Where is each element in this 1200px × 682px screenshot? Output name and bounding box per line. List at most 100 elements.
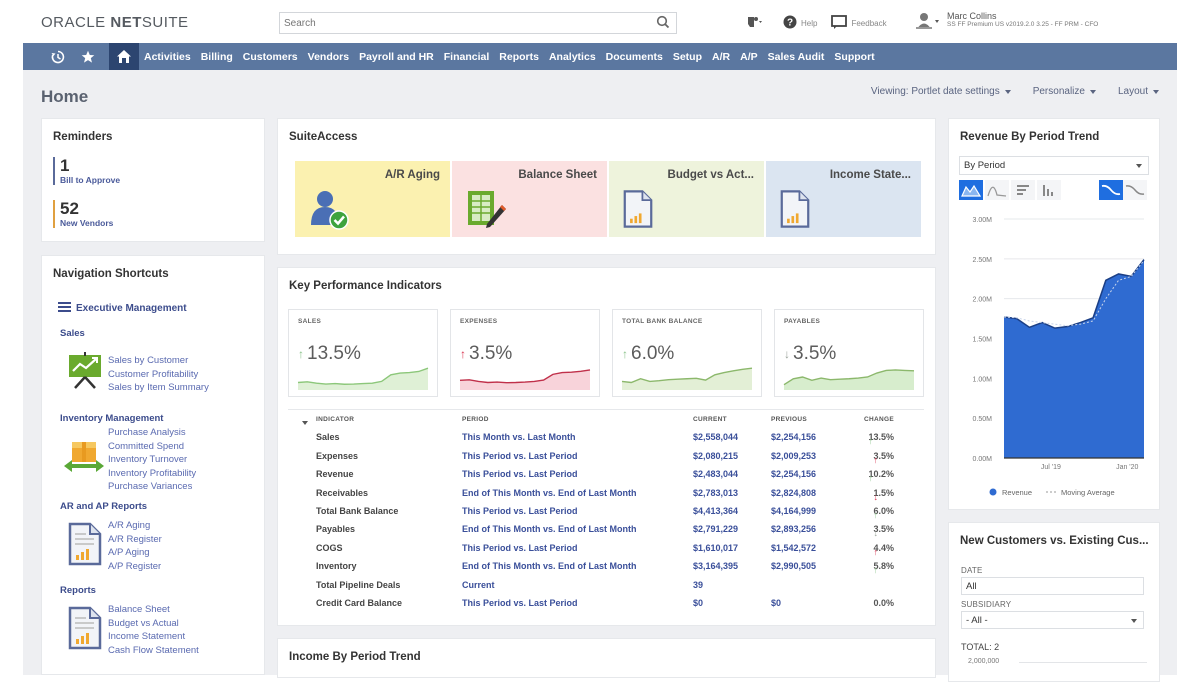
shortcut-link[interactable]: A/P Register bbox=[108, 560, 162, 574]
kpi-period-link[interactable]: This Month vs. Last Month bbox=[462, 432, 576, 442]
smooth-line-on-icon[interactable] bbox=[1099, 180, 1123, 200]
shortcut-link[interactable]: Sales by Item Summary bbox=[108, 381, 209, 395]
kpi-period-link[interactable]: End of This Month vs. End of Last Month bbox=[462, 488, 636, 498]
kpi-previous-link[interactable]: $0 bbox=[771, 598, 781, 608]
svg-text:?: ? bbox=[787, 18, 793, 29]
series-toggle-toolbar bbox=[1099, 180, 1147, 200]
column-chart-icon[interactable] bbox=[1037, 180, 1061, 200]
kpi-current-link[interactable]: $1,610,017 bbox=[693, 543, 738, 553]
reminder-new-vendors[interactable]: 52 New Vendors bbox=[53, 200, 113, 228]
suiteaccess-tile-income-statement[interactable]: Income State... bbox=[766, 161, 921, 237]
kpi-period-link[interactable]: This Period vs. Last Period bbox=[462, 543, 578, 553]
column-header-indicator[interactable]: INDICATOR bbox=[316, 416, 354, 423]
kpi-card-expenses[interactable]: EXPENSES ↑ 3.5% bbox=[450, 309, 600, 397]
nav-item-vendors[interactable]: Vendors bbox=[303, 51, 354, 63]
favorites-star-icon[interactable] bbox=[73, 43, 103, 70]
kpi-previous-link[interactable]: $2,824,808 bbox=[771, 488, 816, 498]
income-trend-title: Income By Period Trend bbox=[289, 651, 421, 663]
kpi-current-link[interactable]: $3,164,395 bbox=[693, 561, 738, 571]
personalize-dropdown[interactable]: Personalize bbox=[1033, 86, 1096, 97]
kpi-card-payables[interactable]: PAYABLES ↓ 3.5% bbox=[774, 309, 924, 397]
kpi-period-link[interactable]: This Period vs. Last Period bbox=[462, 506, 578, 516]
kpi-current-link[interactable]: $2,483,044 bbox=[693, 469, 738, 479]
shortcut-link[interactable]: Committed Spend bbox=[108, 440, 196, 454]
nav-item-support[interactable]: Support bbox=[829, 51, 879, 63]
line-chart-icon[interactable] bbox=[985, 180, 1009, 200]
kpi-card-sales[interactable]: SALES ↑ 13.5% bbox=[288, 309, 438, 397]
shortcut-link[interactable]: Purchase Analysis bbox=[108, 426, 196, 440]
shortcut-link[interactable]: A/R Register bbox=[108, 533, 162, 547]
nav-item-reports[interactable]: Reports bbox=[494, 51, 544, 63]
kpi-previous-link[interactable]: $2,009,253 bbox=[771, 451, 816, 461]
shortcut-link[interactable]: Sales by Customer bbox=[108, 354, 209, 368]
kpi-current-link[interactable]: $2,080,215 bbox=[693, 451, 738, 461]
shortcut-link[interactable]: A/R Aging bbox=[108, 519, 162, 533]
suiteaccess-tile-ar-aging[interactable]: A/R Aging bbox=[295, 161, 450, 237]
column-header-previous[interactable]: PREVIOUS bbox=[771, 416, 807, 423]
kpi-previous-link[interactable]: $2,254,156 bbox=[771, 469, 816, 479]
user-menu[interactable]: Marc Collins SS FF Premium US v2019.2.0 … bbox=[915, 12, 1098, 35]
shortcut-link[interactable]: Inventory Profitability bbox=[108, 467, 196, 481]
horizontal-bar-chart-icon[interactable] bbox=[1011, 180, 1035, 200]
layout-dropdown[interactable]: Layout bbox=[1118, 86, 1159, 97]
oracle-netsuite-logo[interactable]: ORACLE NETSUITE bbox=[41, 14, 189, 31]
column-header-current[interactable]: CURRENT bbox=[693, 416, 727, 423]
executive-management-menu[interactable]: Executive Management bbox=[58, 302, 187, 315]
shortcut-link[interactable]: Inventory Turnover bbox=[108, 453, 196, 467]
nav-item-analytics[interactable]: Analytics bbox=[544, 51, 601, 63]
nav-item-customers[interactable]: Customers bbox=[238, 51, 303, 63]
kpi-previous-link[interactable]: $1,542,572 bbox=[771, 543, 816, 553]
kpi-previous-link[interactable]: $2,254,156 bbox=[771, 432, 816, 442]
kpi-previous-link[interactable]: $2,990,505 bbox=[771, 561, 816, 571]
nav-item-documents[interactable]: Documents bbox=[601, 51, 668, 63]
area-chart-icon[interactable] bbox=[959, 180, 983, 200]
date-field[interactable]: All bbox=[961, 577, 1144, 595]
nav-item-activities[interactable]: Activities bbox=[139, 51, 196, 63]
shortcut-link[interactable]: Budget vs Actual bbox=[108, 617, 199, 631]
kpi-current-link[interactable]: $4,413,364 bbox=[693, 506, 738, 516]
kpi-current-link[interactable]: $0 bbox=[693, 598, 703, 608]
kpi-period-link[interactable]: This Period vs. Last Period bbox=[462, 598, 578, 608]
help-link[interactable]: ? Help bbox=[783, 15, 817, 31]
nav-item-a-p[interactable]: A/P bbox=[735, 51, 763, 63]
kpi-period-link[interactable]: This Period vs. Last Period bbox=[462, 451, 578, 461]
shortcut-link[interactable]: Balance Sheet bbox=[108, 603, 199, 617]
kpi-period-link[interactable]: End of This Month vs. End of Last Month bbox=[462, 561, 636, 571]
kpi-current-link[interactable]: $2,558,044 bbox=[693, 432, 738, 442]
smooth-line-off-icon[interactable] bbox=[1123, 180, 1147, 200]
kpi-previous-link[interactable]: $4,164,999 bbox=[771, 506, 816, 516]
feedback-link[interactable]: Feedback bbox=[831, 15, 887, 31]
column-header-period[interactable]: PERIOD bbox=[462, 416, 489, 423]
home-icon[interactable] bbox=[109, 43, 139, 70]
shortcut-link[interactable]: Purchase Variances bbox=[108, 480, 196, 494]
search-icon[interactable] bbox=[656, 15, 670, 34]
kpi-current-link[interactable]: 39 bbox=[693, 580, 703, 590]
recent-history-icon[interactable] bbox=[43, 43, 73, 70]
kpi-period-link[interactable]: End of This Month vs. End of Last Month bbox=[462, 524, 636, 534]
portlet-date-settings-dropdown[interactable]: Viewing: Portlet date settings bbox=[871, 86, 1011, 97]
kpi-previous-link[interactable]: $2,893,256 bbox=[771, 524, 816, 534]
period-select[interactable]: By Period bbox=[959, 156, 1149, 175]
shortcut-link[interactable]: A/P Aging bbox=[108, 546, 162, 560]
nav-item-sales-audit[interactable]: Sales Audit bbox=[763, 51, 830, 63]
nav-item-billing[interactable]: Billing bbox=[196, 51, 238, 63]
kpi-current-link[interactable]: $2,791,229 bbox=[693, 524, 738, 534]
kpi-card-total-bank-balance[interactable]: TOTAL BANK BALANCE ↑ 6.0% bbox=[612, 309, 762, 397]
kpi-period-link[interactable]: Current bbox=[462, 580, 495, 590]
nav-item-financial[interactable]: Financial bbox=[439, 51, 495, 63]
search-input[interactable] bbox=[280, 13, 640, 34]
nav-item-payroll-and-hr[interactable]: Payroll and HR bbox=[354, 51, 439, 63]
subsidiary-select[interactable]: - All - bbox=[961, 611, 1144, 629]
shortcut-link[interactable]: Cash Flow Statement bbox=[108, 644, 199, 658]
kpi-period-link[interactable]: This Period vs. Last Period bbox=[462, 469, 578, 479]
nav-item-setup[interactable]: Setup bbox=[668, 51, 707, 63]
create-new-button[interactable] bbox=[745, 15, 769, 31]
nav-item-a-r[interactable]: A/R bbox=[707, 51, 735, 63]
suiteaccess-tile-balance-sheet[interactable]: Balance Sheet bbox=[452, 161, 607, 237]
suiteaccess-tile-budget-vs-actual[interactable]: Budget vs Act... bbox=[609, 161, 764, 237]
shortcut-link[interactable]: Income Statement bbox=[108, 630, 199, 644]
kpi-current-link[interactable]: $2,783,013 bbox=[693, 488, 738, 498]
reminder-bill-to-approve[interactable]: 1 Bill to Approve bbox=[53, 157, 120, 185]
column-header-change[interactable]: CHANGE bbox=[848, 416, 894, 423]
shortcut-link[interactable]: Customer Profitability bbox=[108, 368, 209, 382]
